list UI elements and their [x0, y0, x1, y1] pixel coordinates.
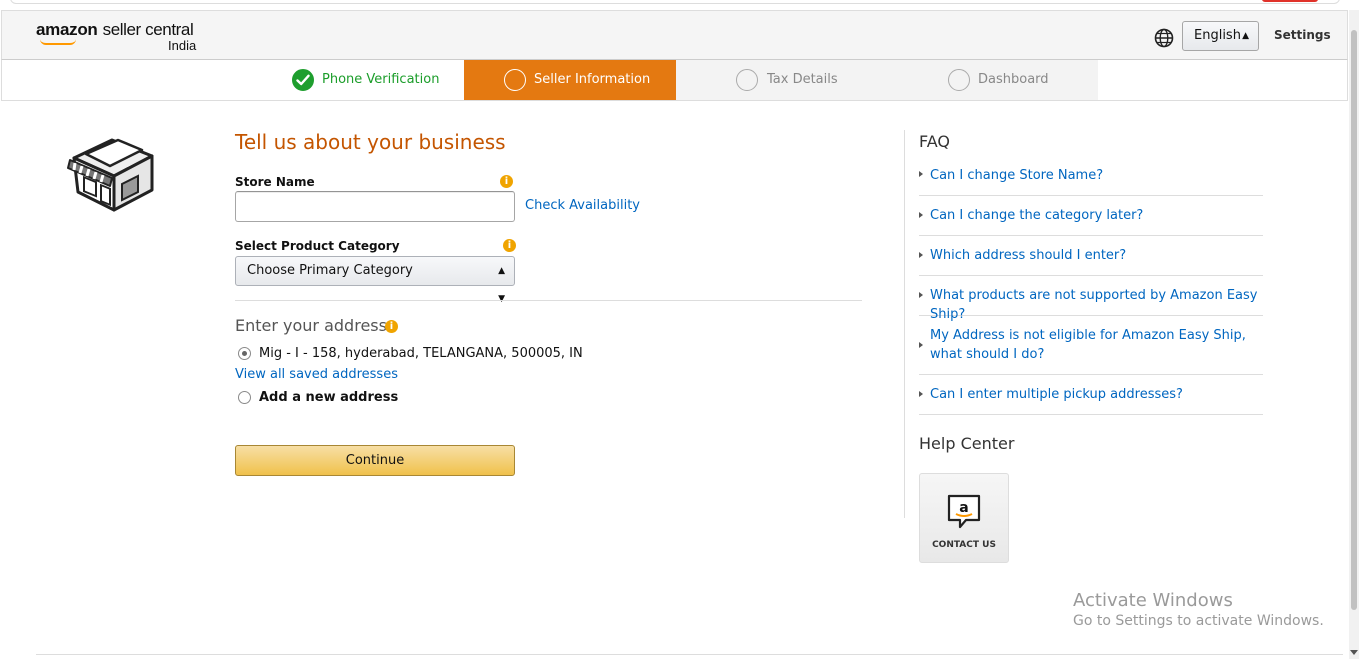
footer-divider: [36, 654, 1343, 655]
continue-button[interactable]: Continue: [235, 445, 515, 476]
step-circle-icon: [736, 69, 758, 91]
settings-link[interactable]: Settings: [1274, 28, 1331, 42]
info-icon[interactable]: i: [385, 320, 398, 333]
new-address-label: Add a new address: [259, 390, 399, 405]
step-label: Phone Verification: [322, 72, 440, 87]
step-seller-information: Seller Information: [464, 60, 676, 100]
browser-top-strip: [0, 0, 1359, 10]
store-name-label: Store Name: [235, 175, 315, 189]
faq-question[interactable]: Can I change Store Name?: [930, 166, 1103, 185]
faq-item[interactable]: Can I enter multiple pickup addresses?: [919, 375, 1263, 415]
new-address-radio[interactable]: [238, 391, 251, 404]
view-saved-addresses-link[interactable]: View all saved addresses: [235, 367, 398, 382]
category-label: Select Product Category: [235, 239, 400, 253]
step-circle-icon: [948, 69, 970, 91]
globe-icon: [1154, 28, 1174, 48]
faq-item[interactable]: Which address should I enter?: [919, 236, 1263, 276]
saved-address-radio[interactable]: [238, 347, 251, 360]
info-icon[interactable]: i: [503, 239, 516, 252]
registration-progress-steps: Phone Verification Seller Information Ta…: [1, 60, 1348, 101]
logo-product: seller central: [102, 20, 194, 39]
address-heading: Enter your address: [235, 316, 387, 335]
caret-right-icon: [919, 171, 923, 177]
contact-us-button[interactable]: a CONTACT US: [919, 473, 1009, 563]
svg-text:a: a: [959, 500, 968, 516]
faq-question[interactable]: Which address should I enter?: [930, 246, 1126, 265]
faq-item[interactable]: What products are not supported by Amazo…: [919, 276, 1263, 322]
top-header: amazon seller central India English ▲▼ S…: [1, 10, 1348, 69]
sidebar-divider: [904, 130, 905, 518]
faq-item[interactable]: Can I change the category later?: [919, 196, 1263, 236]
faq-item[interactable]: My Address is not eligible for Amazon Ea…: [919, 316, 1263, 375]
store-name-input[interactable]: [235, 191, 515, 222]
category-select-value: Choose Primary Category: [247, 263, 413, 278]
vertical-scrollbar[interactable]: [1349, 10, 1359, 659]
step-label: Dashboard: [978, 72, 1049, 87]
form-title: Tell us about your business: [235, 130, 506, 154]
contact-us-label: CONTACT US: [932, 540, 996, 550]
logo-brand: amazon: [36, 20, 98, 39]
faq-title: FAQ: [919, 132, 950, 151]
faq-question[interactable]: Can I enter multiple pickup addresses?: [930, 385, 1183, 404]
help-center-title: Help Center: [919, 434, 1015, 453]
step-label: Seller Information: [534, 72, 651, 87]
info-icon[interactable]: i: [500, 175, 513, 188]
step-circle-icon: [504, 69, 526, 91]
storefront-icon: [67, 138, 154, 212]
scroll-down-arrow-icon[interactable]: [1350, 650, 1358, 655]
select-arrows-icon: ▲▼: [498, 266, 505, 304]
amazon-seller-central-logo[interactable]: amazon seller central India: [36, 20, 197, 53]
step-dashboard: Dashboard: [887, 60, 1098, 100]
saved-address-text: Mig - I - 158, hyderabad, TELANGANA, 500…: [259, 346, 583, 361]
check-circle-icon: [292, 69, 314, 91]
watermark-line2: Go to Settings to activate Windows.: [1073, 613, 1324, 629]
windows-activation-watermark: Activate Windows Go to Settings to activ…: [1073, 590, 1324, 629]
watermark-line1: Activate Windows: [1073, 590, 1233, 611]
caret-right-icon: [919, 212, 923, 218]
language-select[interactable]: English ▲▼: [1182, 21, 1259, 69]
browser-red-indicator: [1262, 0, 1318, 2]
amazon-chat-icon: a: [947, 494, 981, 529]
step-label: Tax Details: [767, 72, 838, 87]
logo-region: India: [168, 38, 197, 53]
scrollbar-thumb[interactable]: [1351, 30, 1357, 610]
caret-right-icon: [919, 252, 923, 258]
step-phone-verification: Phone Verification: [2, 60, 464, 100]
category-select[interactable]: Choose Primary Category ▲ ▼: [235, 256, 515, 304]
check-availability-link[interactable]: Check Availability: [525, 198, 640, 213]
browser-address-edge: [10, 0, 1340, 4]
faq-item[interactable]: Can I change Store Name?: [919, 155, 1263, 196]
caret-right-icon: [919, 391, 923, 397]
faq-question[interactable]: My Address is not eligible for Amazon Ea…: [930, 326, 1260, 364]
caret-right-icon: [919, 292, 923, 298]
caret-right-icon: [919, 342, 923, 348]
section-divider: [235, 300, 862, 301]
step-tax-details: Tax Details: [676, 60, 887, 100]
faq-question[interactable]: Can I change the category later?: [930, 206, 1143, 225]
amazon-smile-icon: [40, 39, 76, 45]
language-value: English: [1194, 28, 1241, 43]
